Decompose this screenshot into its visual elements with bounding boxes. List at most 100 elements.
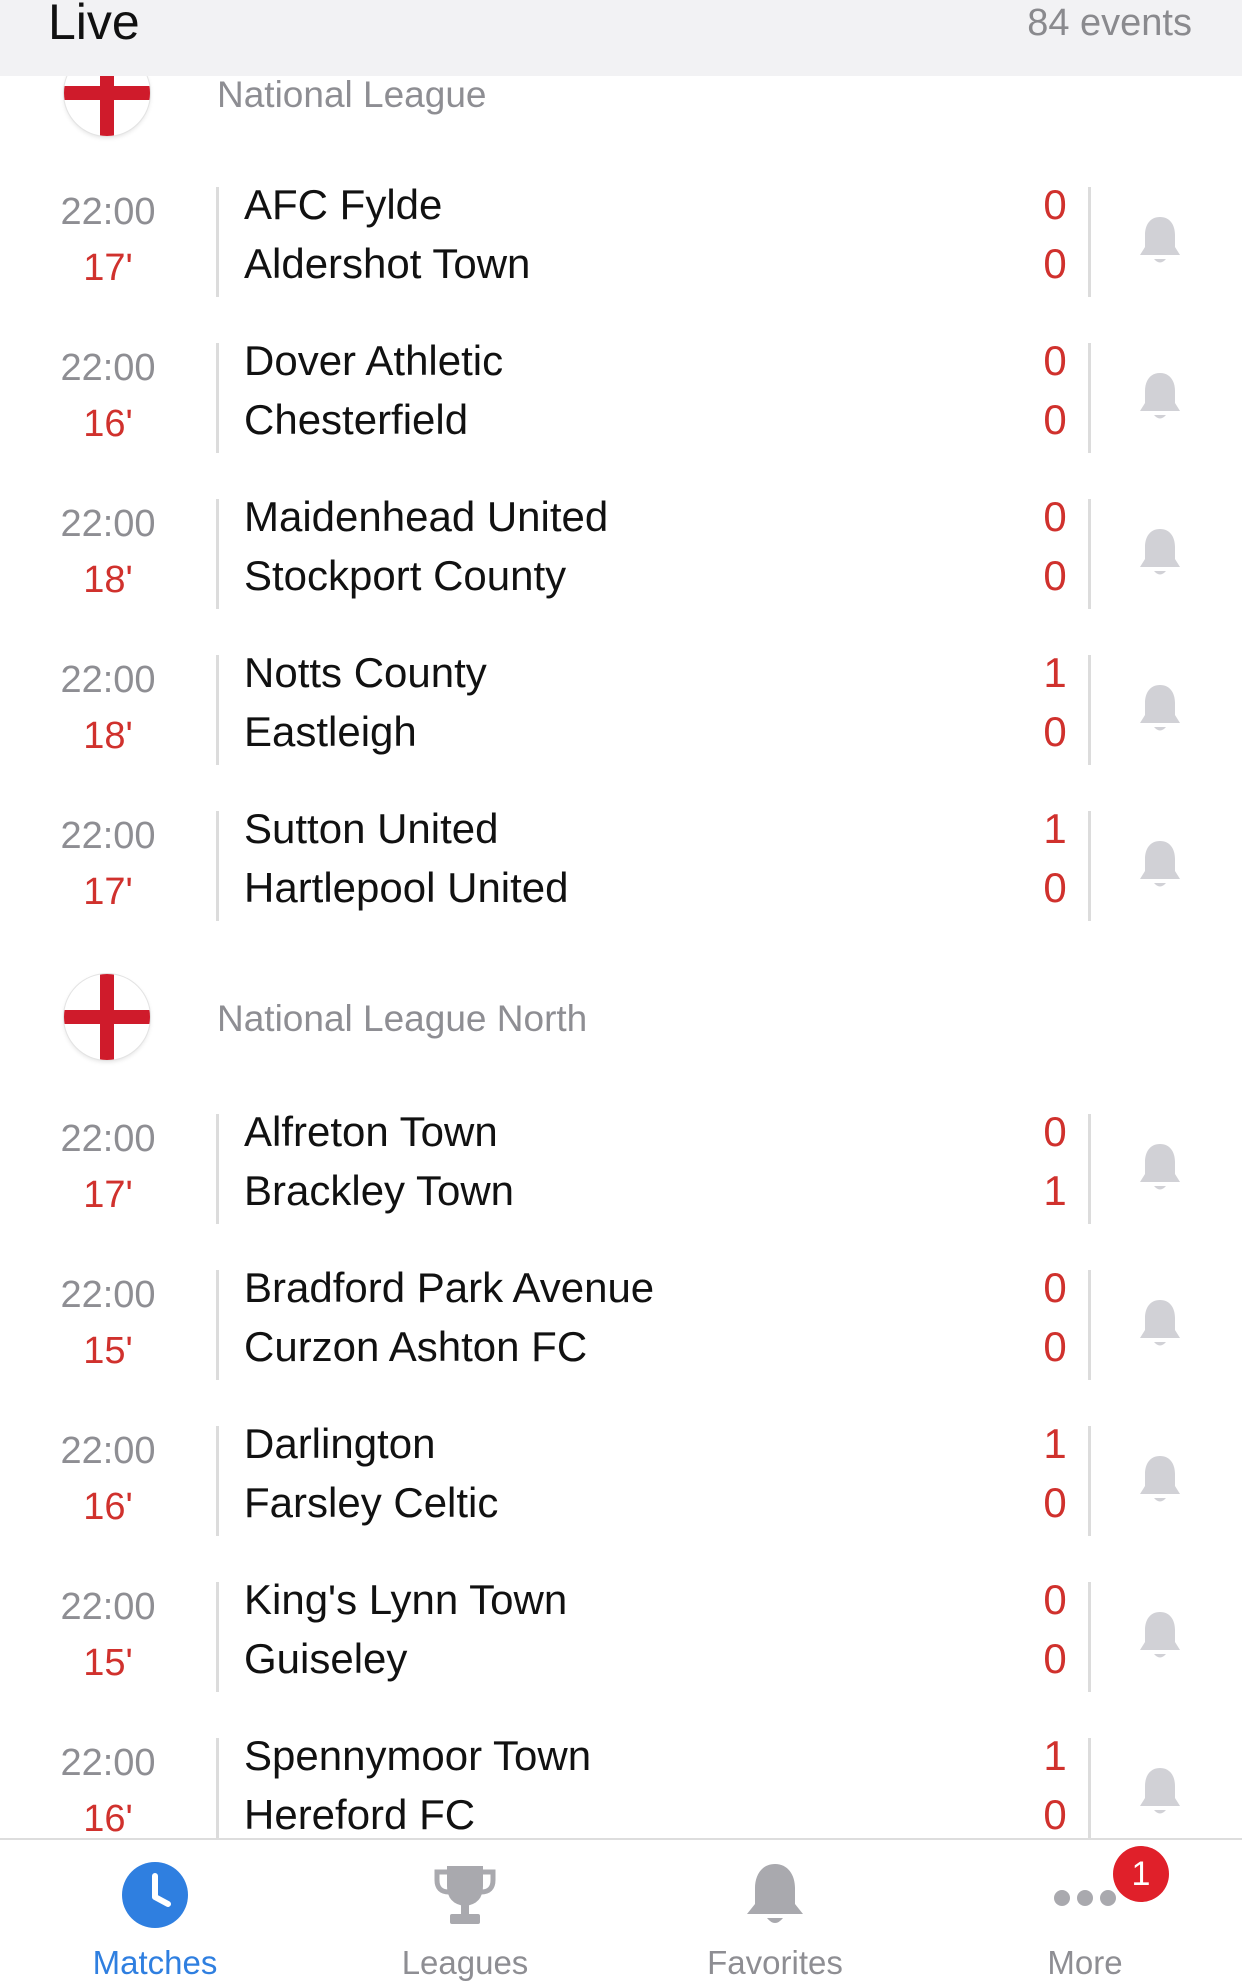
away-score: 0 bbox=[1043, 240, 1067, 287]
home-score: 1 bbox=[1043, 1420, 1067, 1467]
match-row[interactable]: 22:00 18' Notts County Eastleigh 1 0 bbox=[0, 649, 1242, 811]
away-score: 0 bbox=[1043, 552, 1067, 599]
match-time: 22:00 bbox=[60, 1586, 156, 1628]
home-team: King's Lynn Town bbox=[244, 1576, 568, 1623]
match-minute: 18' bbox=[83, 715, 133, 757]
bell-icon[interactable] bbox=[1136, 681, 1184, 735]
bell-icon[interactable] bbox=[1136, 1608, 1184, 1662]
home-score: 0 bbox=[1043, 337, 1067, 384]
league-header[interactable]: National League North bbox=[0, 974, 1242, 1064]
away-team: Guiseley bbox=[244, 1635, 408, 1682]
tab-more[interactable]: More bbox=[930, 1840, 1240, 1987]
away-team: Hartlepool United bbox=[244, 864, 569, 911]
match-row[interactable]: 22:00 15' King's Lynn Town Guiseley 0 0 bbox=[0, 1576, 1242, 1738]
home-score: 0 bbox=[1043, 1576, 1067, 1623]
away-score: 0 bbox=[1043, 1479, 1067, 1526]
divider bbox=[216, 187, 219, 297]
home-score: 0 bbox=[1043, 1108, 1067, 1155]
match-minute: 17' bbox=[83, 871, 133, 913]
match-row[interactable]: 22:00 15' Bradford Park Avenue Curzon As… bbox=[0, 1264, 1242, 1426]
home-score: 0 bbox=[1043, 181, 1067, 228]
match-minute: 16' bbox=[83, 1798, 133, 1838]
match-row[interactable]: 22:00 17' Alfreton Town Brackley Town 0 … bbox=[0, 1108, 1242, 1270]
divider bbox=[1088, 1270, 1091, 1380]
bell-icon[interactable] bbox=[1136, 837, 1184, 891]
match-time: 22:00 bbox=[60, 347, 156, 389]
divider bbox=[1088, 499, 1091, 609]
divider bbox=[1088, 187, 1091, 297]
tab-label: Matches bbox=[92, 1944, 218, 1981]
away-score: 0 bbox=[1043, 864, 1067, 911]
league-name: National League North bbox=[217, 998, 588, 1039]
tab-bar: Matches Leagues Favorites More bbox=[0, 1838, 1242, 1987]
match-row[interactable]: 22:00 16' Darlington Farsley Celtic 1 0 bbox=[0, 1420, 1242, 1582]
bell-icon[interactable] bbox=[1136, 1764, 1184, 1818]
match-time: 22:00 bbox=[60, 503, 156, 545]
tab-leagues[interactable]: Leagues bbox=[310, 1840, 620, 1987]
match-time: 22:00 bbox=[60, 815, 156, 857]
away-team: Curzon Ashton FC bbox=[244, 1323, 588, 1370]
match-minute: 15' bbox=[83, 1642, 133, 1684]
match-minute: 18' bbox=[83, 559, 133, 601]
match-time: 22:00 bbox=[60, 1118, 156, 1160]
match-minute: 17' bbox=[83, 247, 133, 289]
match-time: 22:00 bbox=[60, 1274, 156, 1316]
home-team: Dover Athletic bbox=[244, 337, 504, 384]
away-team: Farsley Celtic bbox=[244, 1479, 499, 1526]
match-row[interactable]: 22:00 18' Maidenhead United Stockport Co… bbox=[0, 493, 1242, 655]
divider bbox=[1088, 1738, 1091, 1838]
match-row[interactable]: 22:00 16' Dover Athletic Chesterfield 0 … bbox=[0, 337, 1242, 499]
match-time: 22:00 bbox=[60, 191, 156, 233]
divider bbox=[1088, 811, 1091, 921]
divider bbox=[216, 499, 219, 609]
away-team: Hereford FC bbox=[244, 1791, 476, 1838]
away-team: Stockport County bbox=[244, 552, 567, 599]
match-row[interactable]: 22:00 17' Sutton United Hartlepool Unite… bbox=[0, 805, 1242, 967]
tab-favorites[interactable]: Favorites bbox=[620, 1840, 930, 1987]
bell-icon[interactable] bbox=[1136, 369, 1184, 423]
divider bbox=[1088, 1426, 1091, 1536]
bell-icon[interactable] bbox=[1136, 1140, 1184, 1194]
home-team: Maidenhead United bbox=[244, 493, 609, 540]
trophy-icon bbox=[434, 1866, 496, 1924]
bell-icon[interactable] bbox=[1136, 213, 1184, 267]
away-score: 0 bbox=[1043, 1323, 1067, 1370]
divider bbox=[216, 1114, 219, 1224]
home-score: 1 bbox=[1043, 1732, 1067, 1779]
divider bbox=[216, 1270, 219, 1380]
match-minute: 16' bbox=[83, 403, 133, 445]
match-minute: 16' bbox=[83, 1486, 133, 1528]
match-row[interactable]: 22:00 16' Spennymoor Town Hereford FC 1 … bbox=[0, 1732, 1242, 1838]
bell-icon[interactable] bbox=[1136, 525, 1184, 579]
divider bbox=[1088, 655, 1091, 765]
home-team: Sutton United bbox=[244, 805, 499, 852]
page-title: Live bbox=[48, 0, 140, 50]
divider bbox=[216, 655, 219, 765]
top-bar: Live 84 events bbox=[0, 0, 1242, 76]
divider bbox=[216, 1426, 219, 1536]
bell-icon[interactable] bbox=[1136, 1296, 1184, 1350]
match-time: 22:00 bbox=[60, 1742, 156, 1784]
match-list[interactable]: National League 22:00 17' AFC Fylde Alde… bbox=[0, 0, 1242, 1838]
match-time: 22:00 bbox=[60, 1430, 156, 1472]
divider bbox=[1088, 1114, 1091, 1224]
away-score: 1 bbox=[1043, 1167, 1067, 1214]
match-minute: 17' bbox=[83, 1174, 133, 1216]
notification-badge: 1 bbox=[1113, 1846, 1169, 1902]
bell-icon[interactable] bbox=[1136, 1452, 1184, 1506]
away-score: 0 bbox=[1043, 1791, 1067, 1838]
events-count: 84 events bbox=[1027, 2, 1192, 44]
divider bbox=[216, 811, 219, 921]
away-team: Brackley Town bbox=[244, 1167, 515, 1214]
clock-icon bbox=[122, 1862, 188, 1928]
bell-icon bbox=[747, 1864, 803, 1923]
match-minute: 15' bbox=[83, 1330, 133, 1372]
divider bbox=[216, 1582, 219, 1692]
league-name: National League bbox=[217, 74, 487, 115]
divider bbox=[216, 1738, 219, 1838]
match-row[interactable]: 22:00 17' AFC Fylde Aldershot Town 0 0 bbox=[0, 181, 1242, 343]
home-score: 1 bbox=[1043, 649, 1067, 696]
home-team: Alfreton Town bbox=[244, 1108, 498, 1155]
tab-label: More bbox=[1047, 1944, 1123, 1981]
tab-matches[interactable]: Matches bbox=[0, 1840, 310, 1987]
